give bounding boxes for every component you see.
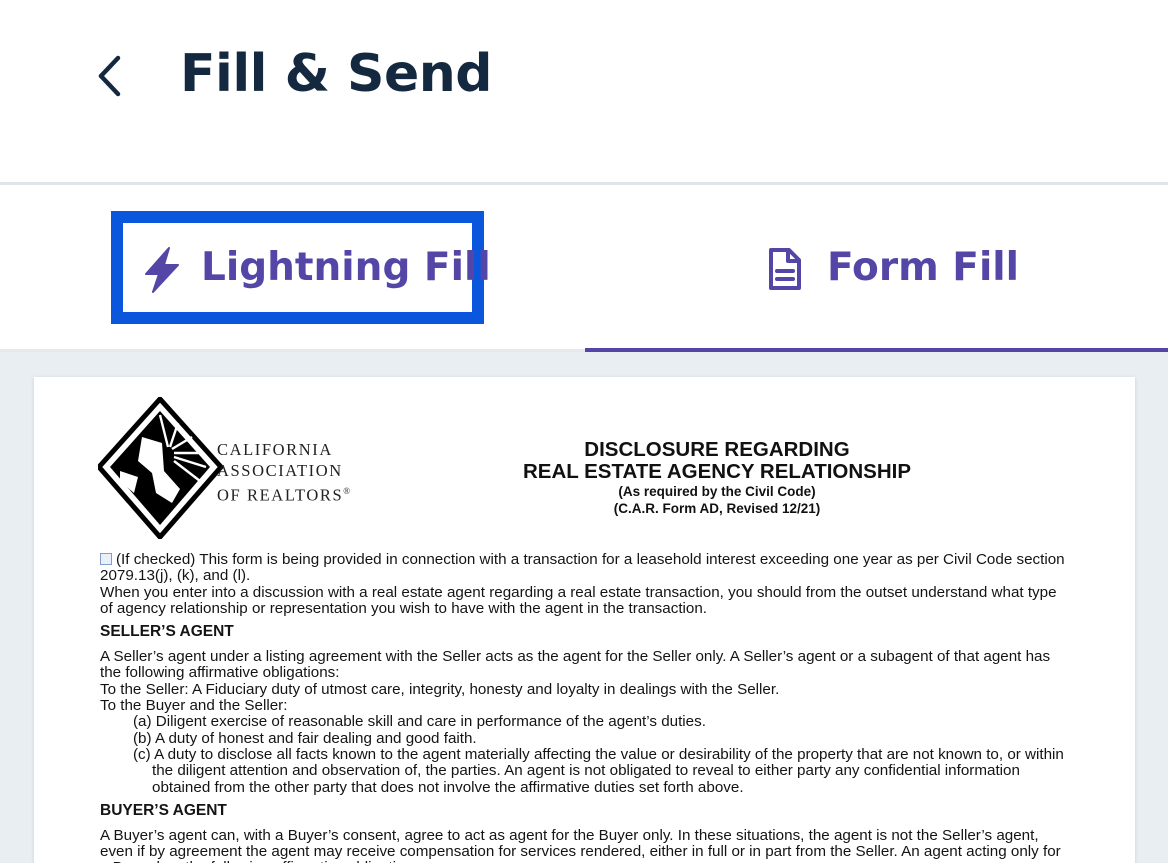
tab-form-fill[interactable]: Form Fill	[585, 185, 1168, 352]
document-page[interactable]: CALIFORNIA ASSOCIATION OF REALTORS® DISC…	[34, 377, 1135, 863]
duty-b: (b) A duty of honest and fair dealing an…	[133, 729, 477, 747]
tab-lightning-fill-label: Lightning Fill	[201, 245, 491, 290]
duty-a: (a) Diligent exercise of reasonable skil…	[133, 713, 706, 731]
document-heading: DISCLOSURE REGARDING REAL ESTATE AGENCY …	[522, 438, 912, 517]
buyer-paragraph: A Buyer’s agent can, with a Buyer’s cons…	[100, 826, 1061, 863]
realtors-logo-icon	[98, 397, 223, 539]
document-preview-area[interactable]: CALIFORNIA ASSOCIATION OF REALTORS® DISC…	[0, 352, 1168, 863]
document-body: (If checked) This form is being provided…	[100, 551, 1072, 863]
document-icon	[769, 248, 801, 290]
duty-c: (c) A duty to disclose all facts known t…	[133, 745, 1064, 796]
tab-form-fill-label: Form Fill	[827, 245, 1020, 290]
back-button[interactable]	[88, 52, 132, 100]
chevron-left-icon	[98, 55, 121, 97]
app-header: Fill & Send	[0, 0, 1168, 182]
seller-buyer-duties: To the Buyer and the Seller:	[100, 697, 288, 715]
buyer-agent-heading: BUYER’S AGENT	[100, 801, 227, 819]
leasehold-checkbox[interactable]	[100, 553, 112, 565]
checkbox-text: (If checked) This form is being provided…	[100, 551, 1065, 585]
seller-agent-heading: SELLER’S AGENT	[100, 623, 234, 641]
intro-paragraph: When you enter into a discussion with a …	[100, 583, 1057, 617]
seller-paragraph: A Seller’s agent under a listing agreeme…	[100, 648, 1051, 682]
lightning-bolt-icon	[145, 247, 179, 293]
tab-lightning-fill[interactable]: Lightning Fill	[0, 185, 585, 352]
page-title: Fill & Send	[180, 44, 493, 104]
association-name: CALIFORNIA ASSOCIATION OF REALTORS®	[217, 440, 351, 505]
fill-mode-tabs: Lightning Fill Form Fill	[0, 185, 1168, 352]
seller-duty: To the Seller: A Fiduciary duty of utmos…	[100, 680, 780, 698]
